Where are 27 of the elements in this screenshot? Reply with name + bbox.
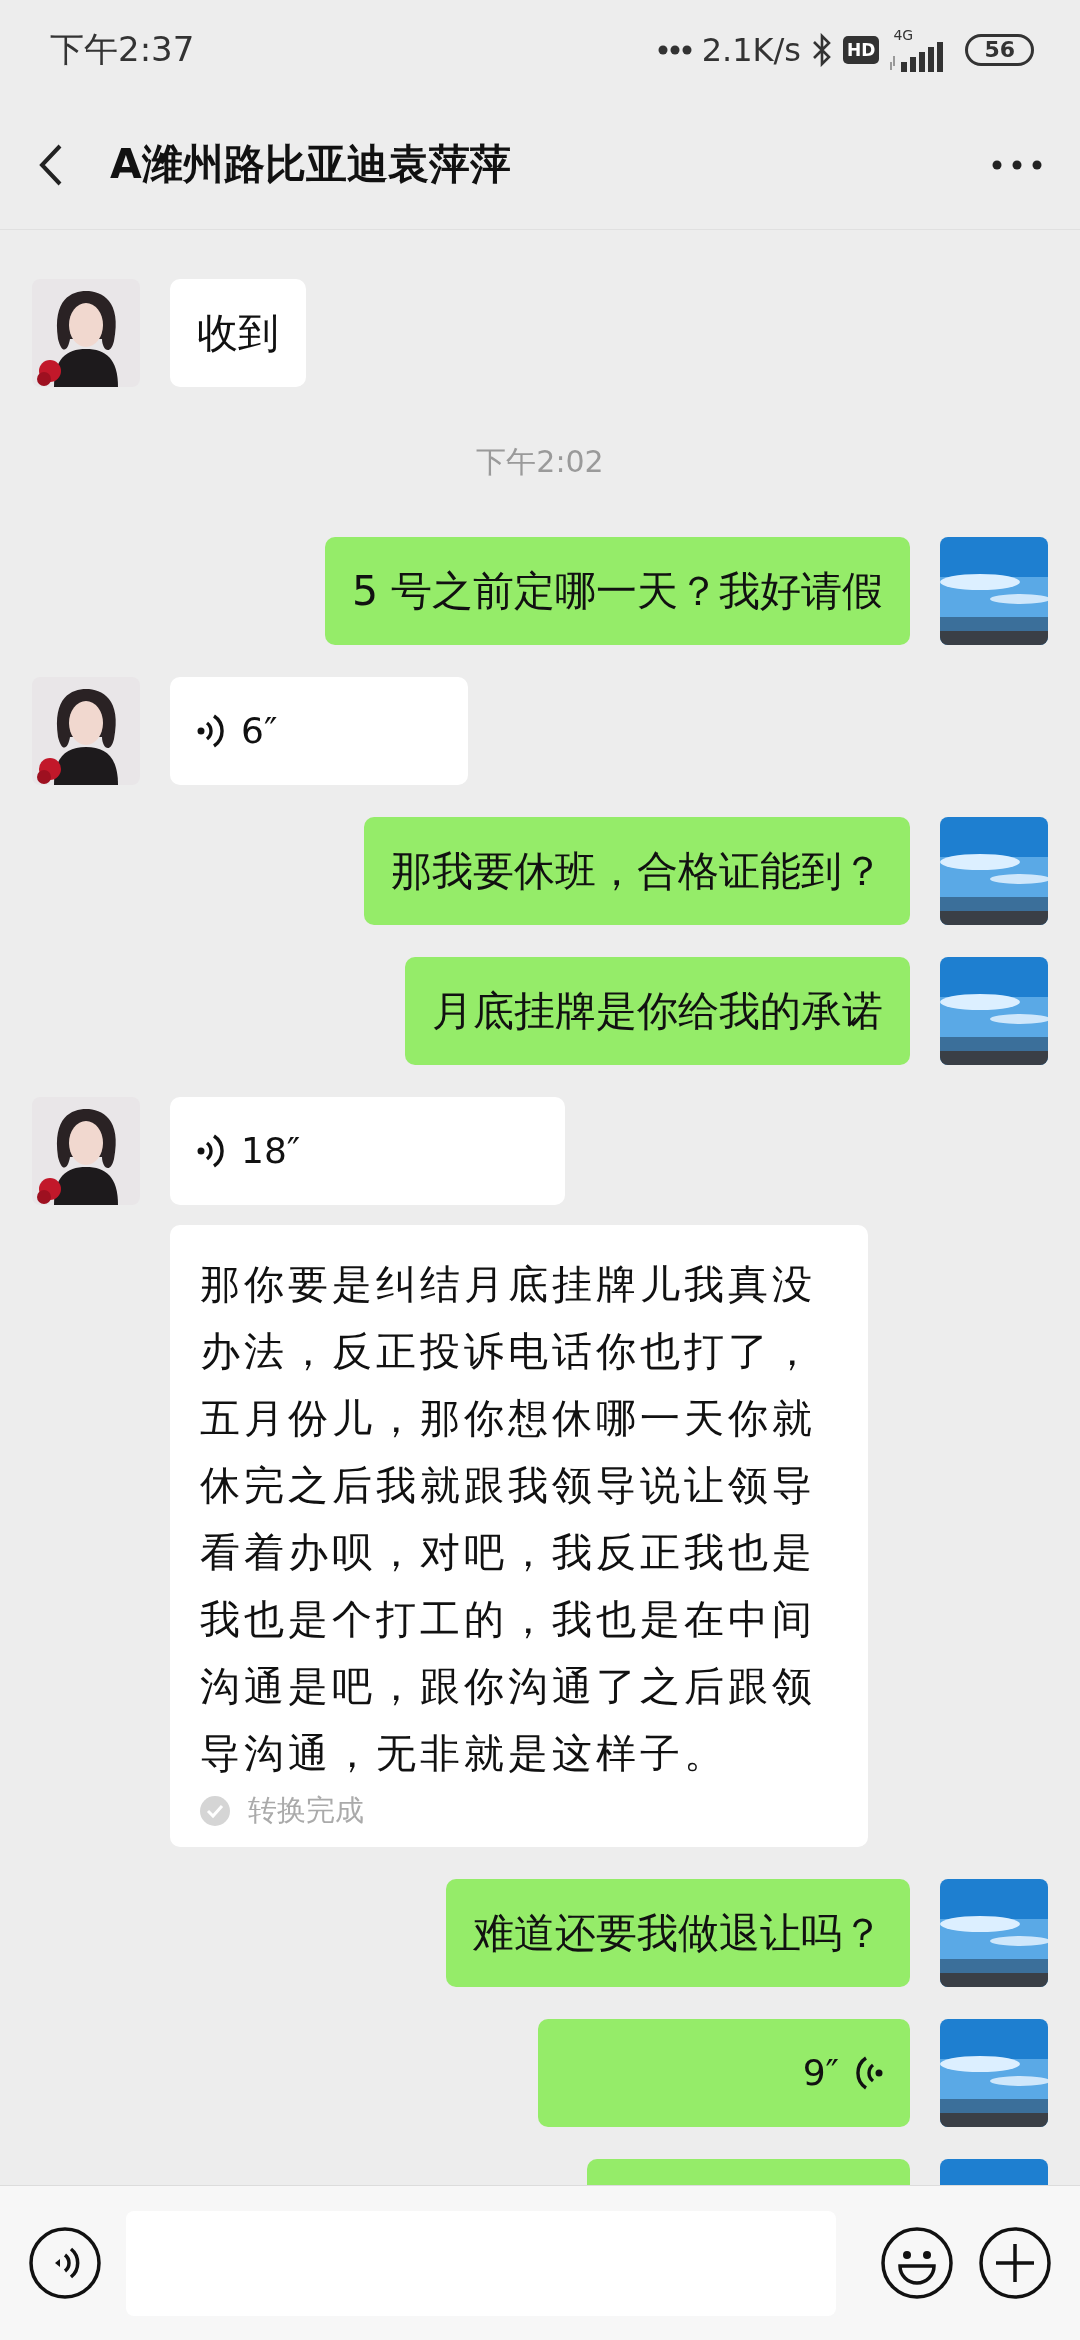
transcript-text: 那你要是纠结月底挂牌儿我真没办法，反正投诉电话你也打了，五月份儿，那你想休哪一天你就休完之后我就跟我领导说让领导看着办呗，对吧，我反正我也是我也是个打工的，我也是在中间沟通是吧，跟你沟通了之后跟领导沟通，无非就是这样子。 [200,1260,817,1778]
voice-message[interactable]: 6″ [170,677,468,785]
voice-wave-icon [855,2054,883,2092]
voice-message[interactable]: 9″ [538,2019,910,2127]
back-icon[interactable] [38,142,64,187]
plus-icon[interactable] [978,2226,1052,2300]
voice-message[interactable]: 18″ [170,1097,565,1205]
chat-title: A潍州路比亚迪袁萍萍 [110,139,512,190]
hd-badge: HD [843,36,880,64]
message-bubble: 5 号之前定哪一天？我好请假 [324,537,910,645]
message-bubble: 月底挂牌是你给我的承诺 [405,957,910,1065]
check-circle-icon [200,1796,230,1826]
network-type: 4G [893,28,914,42]
battery-level: 56 [965,34,1034,66]
voice-input-icon[interactable] [28,2226,102,2300]
message-bubble: 收到 [170,279,306,387]
message-bubble: 难道还要我做退让吗？ [446,1879,910,1987]
voice-wave-icon [197,1132,225,1170]
message-bubble: 那我要休班，合格证能到？ [364,817,910,925]
status-time: 下午2:37 [50,28,195,71]
network-speed: 2.1K/s [701,31,802,69]
dots-icon [657,45,692,55]
transcript-status: 转换完成 [248,1792,364,1829]
voice-wave-icon [197,712,225,750]
more-icon[interactable] [992,159,1042,170]
timestamp: 下午2:02 [476,443,604,481]
emoji-icon[interactable] [880,2226,954,2300]
